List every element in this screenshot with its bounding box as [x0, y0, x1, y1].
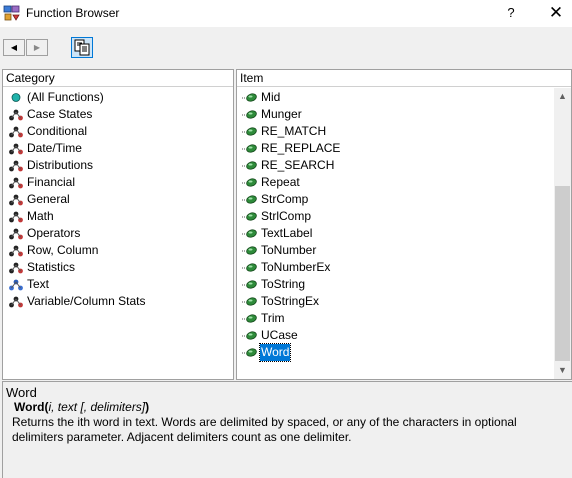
category-icon: [9, 296, 23, 308]
category-item-label: Distributions: [27, 158, 94, 172]
function-item-label: ToStringEx: [261, 294, 320, 308]
function-item-label: Word: [258, 343, 292, 362]
function-item-label: RE_SEARCH: [261, 158, 335, 172]
category-list: (All Functions) Case States Conditional Dat…: [3, 88, 233, 379]
category-icon: [9, 160, 23, 172]
function-item-icon: [242, 178, 257, 187]
item-list: Mid Munger RE_MATCH RE_REPLACE RE_SEARCH Repe…: [237, 88, 571, 379]
function-item-icon: [242, 314, 257, 323]
category-item-label: Row, Column: [27, 243, 99, 257]
category-pane: Category (All Functions) Case States Condi…: [2, 69, 234, 380]
forward-button[interactable]: ▶: [26, 39, 48, 56]
window-title: Function Browser: [26, 6, 120, 20]
signature-close-paren: ): [145, 400, 150, 414]
function-item-label: RE_REPLACE: [261, 141, 341, 155]
function-item-label: ToNumberEx: [261, 260, 331, 274]
scroll-thumb[interactable]: [555, 186, 570, 361]
category-icon: [9, 109, 23, 121]
function-item-icon: [242, 144, 257, 153]
function-item-icon: [242, 195, 257, 204]
close-button[interactable]: ✕: [540, 0, 572, 27]
function-item-icon: [242, 127, 257, 136]
signature-arguments: i, text [, delimiters]: [48, 400, 146, 414]
function-browser-app-icon: [3, 5, 20, 21]
category-icon: [9, 177, 23, 189]
function-item-icon: [242, 331, 257, 340]
category-icon: [9, 211, 23, 223]
function-item-icon: [242, 212, 257, 221]
function-item-icon: [242, 297, 257, 306]
function-item-label: RE_MATCH: [261, 124, 327, 138]
category-item-label: (All Functions): [27, 90, 104, 104]
function-item-label: StrComp: [261, 192, 309, 206]
function-item-icon: [242, 110, 257, 119]
category-icon: [9, 228, 23, 240]
category-item-label: Date/Time: [27, 141, 82, 155]
function-item-label: TextLabel: [261, 226, 313, 240]
function-item-label: ToString: [261, 277, 306, 291]
description-text: Returns the ith word in text. Words are …: [12, 415, 517, 444]
description-title: Word: [6, 385, 37, 400]
title-bar: Function Browser ? ✕: [0, 0, 572, 27]
function-item-icon: [242, 263, 257, 272]
function-description: Word Word(i, text [, delimiters]) Return…: [2, 381, 572, 478]
copy-to-clipboard-button[interactable]: [71, 37, 93, 58]
scroll-down-arrow-icon[interactable]: ▼: [554, 362, 571, 379]
function-item-label: Mid: [261, 90, 281, 104]
item-header[interactable]: Item: [237, 70, 571, 87]
item-scrollbar[interactable]: ▲ ▼: [554, 88, 571, 379]
function-signature: Word(i, text [, delimiters]): [6, 400, 569, 415]
back-button[interactable]: ◀: [3, 39, 25, 56]
function-item-label: Repeat: [261, 175, 300, 189]
function-item-label: ToNumber: [261, 243, 317, 257]
function-item-icon: [242, 246, 257, 255]
category-icon: [9, 194, 23, 206]
function-item-label: Munger: [261, 107, 302, 121]
category-item-label: Conditional: [27, 124, 88, 138]
function-item-icon: [242, 280, 257, 289]
category-header[interactable]: Category: [3, 70, 233, 87]
category-icon: [9, 126, 23, 138]
category-selected-icon: [9, 279, 23, 291]
category-icon: [9, 143, 23, 155]
signature-function-name: Word: [14, 400, 45, 414]
category-icon: [9, 262, 23, 274]
copy-to-clipboard-icon: [74, 39, 90, 56]
function-item-label: StrlComp: [261, 209, 312, 223]
category-item-label: Statistics: [27, 260, 76, 274]
scroll-up-arrow-icon[interactable]: ▲: [554, 88, 571, 105]
category-item-label: Operators: [27, 226, 81, 240]
item-pane: Item Mid Munger RE_MATCH RE_REPLACE RE_SEARC…: [236, 69, 572, 380]
category-item-label: Text: [27, 277, 50, 291]
function-item-icon: [242, 93, 257, 102]
category-item-label: General: [27, 192, 70, 206]
category-icon: [9, 245, 23, 257]
function-item-icon: [242, 229, 257, 238]
function-item-icon: [242, 161, 257, 170]
function-item-label: UCase: [261, 328, 298, 342]
category-item-label: Math: [27, 209, 54, 223]
function-item-icon: [242, 348, 257, 357]
function-item-label: Trim: [261, 311, 285, 325]
category-item-label: Financial: [27, 175, 76, 189]
toolbar: ◀ ▶: [0, 27, 572, 68]
category-item-label: Case States: [27, 107, 93, 121]
category-item-label: Variable/Column Stats: [27, 294, 146, 308]
help-button[interactable]: ?: [496, 0, 526, 27]
globe-icon: [11, 93, 21, 102]
